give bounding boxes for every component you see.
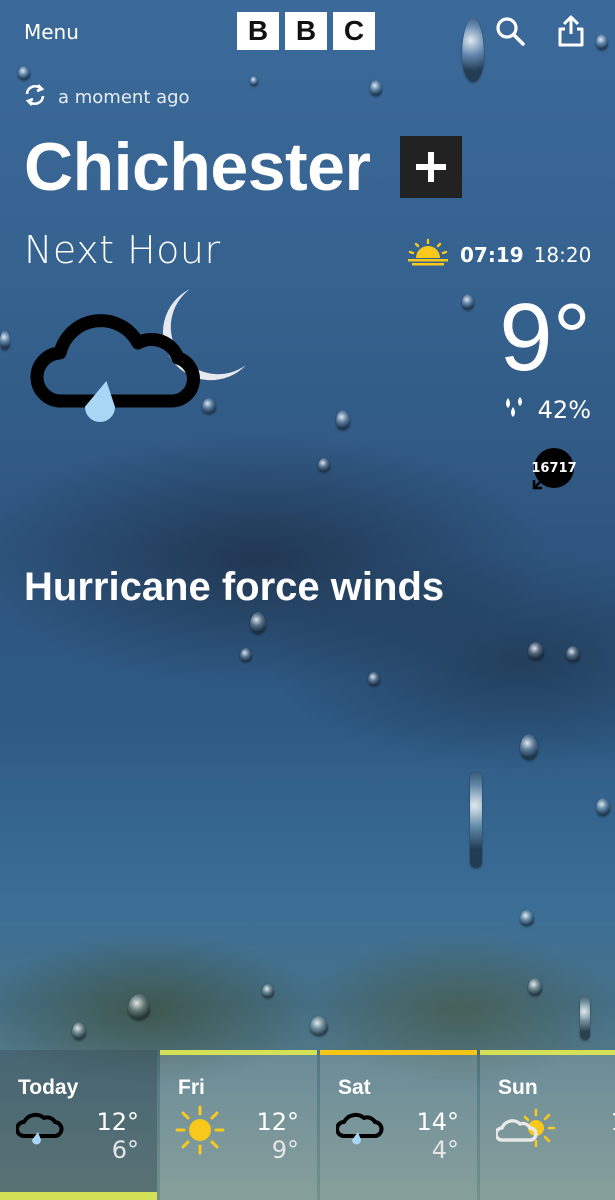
next-hour-heading: Next Hour: [24, 228, 221, 272]
refresh-icon[interactable]: [22, 82, 48, 113]
top-bar: Menu B B C: [0, 0, 615, 64]
location-header: Chichester: [24, 128, 463, 206]
forecast-day-name: Sun: [498, 1076, 538, 1099]
plus-icon: [416, 152, 447, 182]
add-location-button[interactable]: [400, 136, 463, 198]
light-rain-cloud-moon-icon: [22, 285, 252, 439]
menu-button[interactable]: Menu: [24, 20, 79, 44]
day-accent-bar: [320, 1050, 477, 1055]
sunrise-time: 07:19: [460, 242, 524, 267]
wind-direction-icon: [532, 475, 547, 490]
forecast-low: 6°: [111, 1136, 139, 1164]
forecast-high: 14°: [416, 1108, 459, 1136]
forecast-day-name: Sat: [338, 1076, 371, 1099]
daily-forecast-strip[interactable]: Today 12° 6° Fri 12° 9° Sat 14° 4° Sun: [0, 1050, 615, 1200]
forecast-high: 12: [610, 1108, 615, 1136]
share-icon[interactable]: [556, 14, 586, 52]
city-name: Chichester: [24, 129, 371, 205]
wind-indicator: 16717: [531, 448, 577, 492]
day-accent-bar: [160, 1050, 317, 1055]
humidity-value: 42%: [537, 396, 591, 424]
humidity-icon: [502, 396, 528, 424]
forecast-day-name: Today: [18, 1076, 79, 1099]
humidity: 42%: [502, 396, 591, 424]
day-accent-bar: [480, 1050, 615, 1055]
light-rain-cloud-icon: [335, 1110, 384, 1154]
sun-times: 07:19 18:20: [406, 238, 591, 271]
forecast-high: 12°: [256, 1108, 299, 1136]
sunny-icon: [175, 1105, 226, 1160]
last-updated[interactable]: a moment ago: [22, 82, 190, 113]
forecast-day-sat[interactable]: Sat 14° 4°: [320, 1050, 477, 1200]
light-rain-cloud-icon: [15, 1110, 64, 1154]
bbc-logo-letter-1: B: [237, 12, 279, 50]
forecast-high: 12°: [96, 1108, 139, 1136]
bbc-logo-letter-3: C: [333, 12, 375, 50]
bbc-logo[interactable]: B B C: [237, 12, 375, 50]
weather-screen: Menu B B C a moment ago Chichester Next …: [0, 0, 615, 1200]
weather-description: Hurricane force winds: [24, 565, 445, 609]
forecast-low: 4°: [431, 1136, 459, 1164]
updated-time: a moment ago: [58, 87, 190, 108]
sun-cloud-icon: [494, 1108, 556, 1158]
forecast-day-fri[interactable]: Fri 12° 9°: [160, 1050, 317, 1200]
forecast-day-today[interactable]: Today 12° 6°: [0, 1050, 157, 1200]
current-temperature: 9°: [499, 284, 591, 391]
forecast-day-sun[interactable]: Sun 12: [480, 1050, 615, 1200]
bbc-logo-letter-2: B: [285, 12, 327, 50]
sunrise-icon: [406, 238, 450, 271]
search-icon[interactable]: [494, 15, 526, 51]
selected-indicator: [0, 1192, 157, 1200]
forecast-low: 9°: [271, 1136, 299, 1164]
sunset-time: 18:20: [533, 242, 592, 267]
forecast-day-name: Fri: [178, 1076, 205, 1099]
